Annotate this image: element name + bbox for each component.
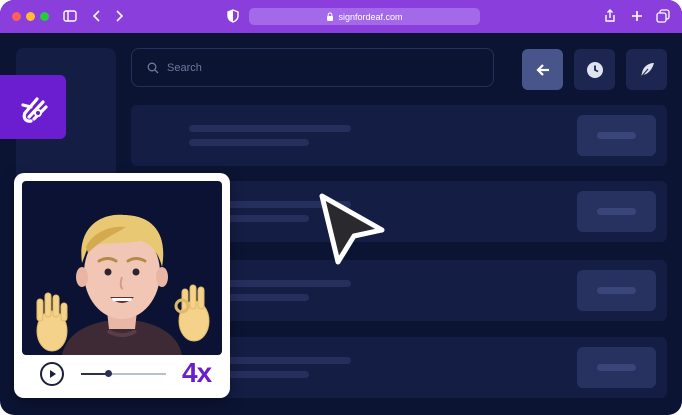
sign-language-video[interactable] (22, 181, 222, 355)
privacy-shield-icon[interactable] (225, 8, 241, 24)
feather-button[interactable] (626, 49, 667, 90)
share-icon[interactable] (602, 8, 618, 24)
progress-fill (81, 373, 107, 375)
play-icon (50, 370, 56, 378)
search-field[interactable]: Search (131, 48, 494, 87)
zoom-window-button[interactable] (40, 12, 49, 21)
history-button[interactable] (574, 49, 615, 90)
row-action-button[interactable] (577, 115, 656, 156)
row-action-button[interactable] (577, 191, 656, 232)
avatar-interpreter-illustration (36, 214, 210, 355)
lock-icon (327, 12, 334, 21)
progress-knob[interactable] (105, 370, 112, 377)
feather-icon (640, 62, 654, 77)
back-chevron-icon[interactable] (89, 8, 105, 24)
browser-window: signfordeaf.com Search 4x (0, 0, 682, 415)
signfordeaf-logo-button[interactable] (0, 75, 66, 139)
back-button[interactable] (522, 49, 563, 90)
forward-chevron-icon[interactable] (111, 8, 127, 24)
row-title-placeholder (189, 125, 351, 132)
mouse-cursor-icon (319, 193, 385, 265)
sign-language-video-widget: 4x (14, 173, 230, 398)
address-bar[interactable]: signfordeaf.com (249, 8, 480, 25)
close-window-button[interactable] (12, 12, 21, 21)
row-subtitle-placeholder (189, 139, 309, 146)
search-icon (147, 62, 159, 73)
signfordeaf-hand-logo-icon (21, 97, 48, 123)
minimize-window-button[interactable] (26, 12, 35, 21)
row-action-button[interactable] (577, 270, 656, 311)
new-tab-plus-icon[interactable] (629, 8, 645, 24)
search-placeholder: Search (167, 61, 202, 74)
sidebar-toggle-icon[interactable] (62, 8, 78, 24)
tab-overview-icon[interactable] (655, 8, 671, 24)
playback-speed-button[interactable]: 4x (182, 357, 212, 389)
row-action-button[interactable] (577, 347, 656, 388)
list-row[interactable] (131, 105, 667, 166)
url-text: signfordeaf.com (338, 11, 403, 22)
clock-icon (586, 61, 603, 78)
back-arrow-icon (535, 63, 549, 76)
play-button[interactable] (40, 362, 64, 386)
browser-titlebar: signfordeaf.com (0, 0, 682, 33)
